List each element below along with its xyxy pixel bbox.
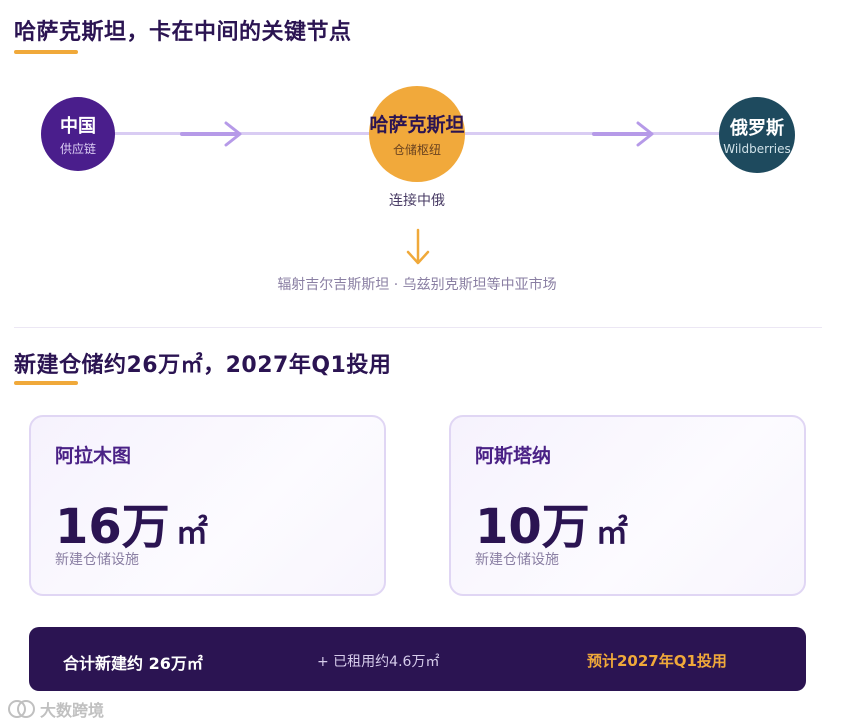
arrow-right-icon	[180, 121, 242, 147]
watermark-text: 大数跨境	[40, 701, 105, 720]
summary-bar: 合计新建约 26万㎡ + 已租用约4.6万㎡ 预计2027年Q1投用	[29, 627, 806, 691]
watermark: 大数跨境	[6, 697, 104, 721]
node-china-subtitle: 供应链	[59, 141, 96, 156]
card-value: 16万㎡	[55, 487, 208, 557]
node-kazakhstan-subtitle: 仓储枢纽	[392, 143, 441, 157]
card-value: 10万㎡	[475, 487, 628, 557]
card-desc: 新建仓储设施	[475, 552, 559, 568]
card-almaty: 阿拉木图 16万㎡ 新建仓储设施	[29, 415, 386, 596]
section-divider	[14, 327, 822, 328]
section-title-warehouse: 新建仓储约26万㎡，2027年Q1投用	[14, 353, 392, 378]
card-value-unit: ㎡	[595, 513, 628, 551]
arrow-right-icon	[592, 121, 654, 147]
card-astana: 阿斯塔纳 10万㎡ 新建仓储设施	[449, 415, 806, 596]
node-russia: 俄罗斯 Wildberries	[719, 97, 795, 173]
card-desc: 新建仓储设施	[55, 552, 139, 568]
watermark-logo-icon	[8, 700, 35, 718]
node-russia-subtitle: Wildberries	[723, 142, 791, 156]
title-underline	[14, 381, 78, 385]
card-value-number: 16万	[55, 499, 170, 555]
title-underline	[14, 50, 78, 54]
card-city: 阿斯塔纳	[475, 445, 552, 467]
node-russia-title: 俄罗斯	[730, 118, 784, 139]
node-kazakhstan-title: 哈萨克斯坦	[369, 114, 465, 136]
summary-leased: + 已租用约4.6万㎡	[317, 654, 440, 670]
card-value-unit: ㎡	[175, 513, 208, 551]
hub-caption: 连接中俄	[389, 193, 445, 209]
radiate-caption: 辐射吉尔吉斯斯坦 · 乌兹别克斯坦等中亚市场	[277, 277, 557, 293]
summary-total: 合计新建约 26万㎡	[63, 654, 203, 673]
node-china-title: 中国	[60, 115, 96, 137]
arrow-down-icon	[406, 228, 430, 265]
card-city: 阿拉木图	[55, 445, 132, 467]
section-title-hub: 哈萨克斯坦，卡在中间的关键节点	[14, 20, 352, 45]
node-kazakhstan: 哈萨克斯坦 仓储枢纽	[369, 86, 465, 182]
node-china: 中国 供应链	[41, 97, 115, 171]
summary-launch: 预计2027年Q1投用	[587, 652, 727, 670]
card-value-number: 10万	[475, 499, 590, 555]
